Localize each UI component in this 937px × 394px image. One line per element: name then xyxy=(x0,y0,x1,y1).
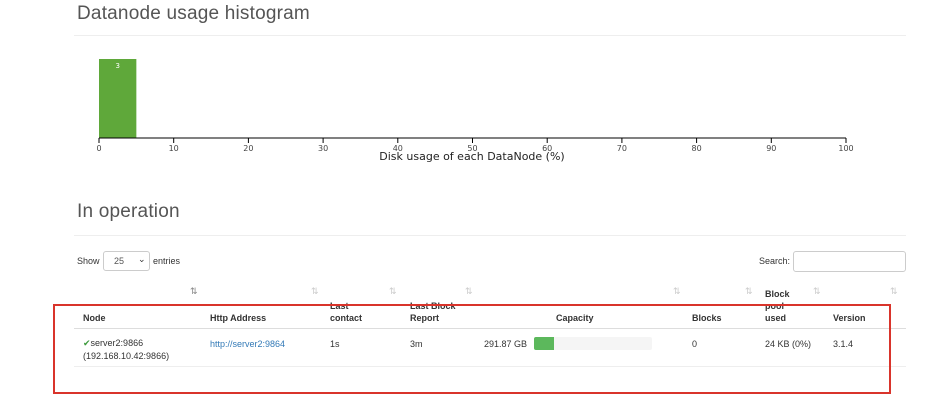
column-header-version[interactable]: Version xyxy=(833,312,866,324)
sort-icon[interactable]: ⇅ xyxy=(813,287,821,297)
sort-icon[interactable]: ⇅ xyxy=(311,287,319,297)
sort-asc-icon[interactable]: ⇅ xyxy=(190,287,198,297)
x-tick-label: 0 xyxy=(96,144,101,153)
capacity-progress-bar xyxy=(534,337,652,350)
x-tick-label: 100 xyxy=(838,144,853,153)
checkmark-icon: ✔ xyxy=(83,338,91,348)
search-label: Search: xyxy=(759,256,791,266)
x-tick-label: 30 xyxy=(318,144,328,153)
row-divider xyxy=(74,366,906,367)
capacity-progress-fill xyxy=(534,337,555,350)
x-tick-label: 70 xyxy=(617,144,627,153)
show-label: Show xyxy=(77,256,100,266)
x-tick-label: 10 xyxy=(169,144,179,153)
x-axis-title: Disk usage of each DataNode (%) xyxy=(379,150,564,163)
node-ip: (192.168.10.42:9866) xyxy=(83,351,170,361)
entries-select-value: 25 xyxy=(114,256,125,266)
last-block-report-cell: 3m xyxy=(410,339,423,349)
section-divider xyxy=(74,235,906,236)
version-cell: 3.1.4 xyxy=(833,339,854,349)
x-tick-label: 20 xyxy=(243,144,253,153)
last-contact-cell: 1s xyxy=(330,339,340,349)
header-divider xyxy=(74,328,906,329)
column-header-capacity[interactable]: Capacity xyxy=(556,312,594,324)
capacity-value: 291.87 GB xyxy=(484,339,528,349)
histogram-bar xyxy=(99,59,137,138)
x-tick-label: 90 xyxy=(766,144,776,153)
http-address-link[interactable]: http://server2:9864 xyxy=(210,338,285,350)
chevron-down-icon: ⌄ xyxy=(138,254,146,264)
x-tick-label: 80 xyxy=(692,144,702,153)
column-header-last-block-report[interactable]: Last Block Report xyxy=(410,300,456,324)
column-header-blocks[interactable]: Blocks xyxy=(692,312,722,324)
sort-icon[interactable]: ⇅ xyxy=(389,287,397,297)
column-header-node[interactable]: Node xyxy=(83,312,106,324)
sort-icon[interactable]: ⇅ xyxy=(890,287,898,297)
sort-icon[interactable]: ⇅ xyxy=(745,287,753,297)
usage-histogram-chart: 3 0 10 20 30 40 50 60 70 80 90 100 Disk usage of e… xyxy=(96,59,854,163)
column-header-block-pool-used[interactable]: Block pool used xyxy=(765,288,790,324)
block-pool-used-cell: 24 KB (0%) xyxy=(765,339,812,349)
entries-label: entries xyxy=(153,256,181,266)
bar-count-label: 3 xyxy=(115,62,119,70)
column-header-last-contact[interactable]: Last contact xyxy=(330,300,362,324)
sort-icon[interactable]: ⇅ xyxy=(465,287,473,297)
column-header-http-address[interactable]: Http Address xyxy=(210,312,266,324)
blocks-cell: 0 xyxy=(692,339,698,349)
in-operation-heading: In operation xyxy=(77,201,180,222)
search-input[interactable] xyxy=(793,251,906,272)
node-cell: ✔server2:9866 xyxy=(83,338,144,348)
sort-icon[interactable]: ⇅ xyxy=(673,287,681,297)
